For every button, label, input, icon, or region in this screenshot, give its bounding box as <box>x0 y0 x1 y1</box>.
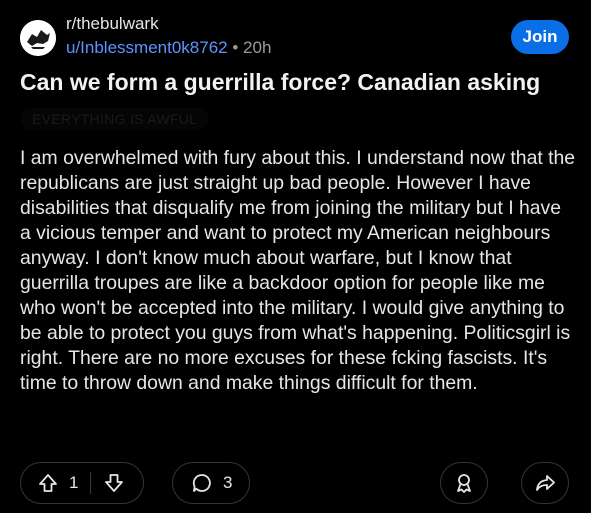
author-line: u/Inblessment0k8762 • 20h <box>66 37 271 59</box>
post-meta: r/thebulwark u/Inblessment0k8762 • 20h <box>66 14 271 59</box>
award-icon <box>453 472 475 494</box>
post-age: 20h <box>243 38 272 57</box>
comment-count: 3 <box>223 473 233 492</box>
subreddit-name[interactable]: r/thebulwark <box>66 14 271 34</box>
vote-control: 1 <box>20 462 144 504</box>
post-title[interactable]: Can we form a guerrilla force? Canadian … <box>20 68 575 96</box>
award-button[interactable] <box>440 462 488 504</box>
vote-divider <box>90 472 92 494</box>
post-header: r/thebulwark u/Inblessment0k8762 • 20h J… <box>20 12 569 60</box>
meta-separator: • <box>232 38 239 57</box>
post-flair[interactable]: EVERYTHING IS AWFUL <box>20 108 210 130</box>
share-button[interactable] <box>521 462 569 504</box>
downvote-icon[interactable] <box>103 472 125 494</box>
upvote-count: 1 <box>69 473 79 492</box>
upvote-icon[interactable] <box>37 472 59 494</box>
post-body: I am overwhelmed with fury about this. I… <box>20 147 576 394</box>
action-bar: 1 3 <box>20 462 569 504</box>
comment-icon <box>191 472 213 494</box>
comments-button[interactable]: 3 <box>172 462 250 504</box>
join-button[interactable]: Join <box>511 20 569 54</box>
share-icon <box>534 472 556 494</box>
subreddit-avatar[interactable] <box>20 20 56 56</box>
author-username[interactable]: u/Inblessment0k8762 <box>66 38 228 57</box>
